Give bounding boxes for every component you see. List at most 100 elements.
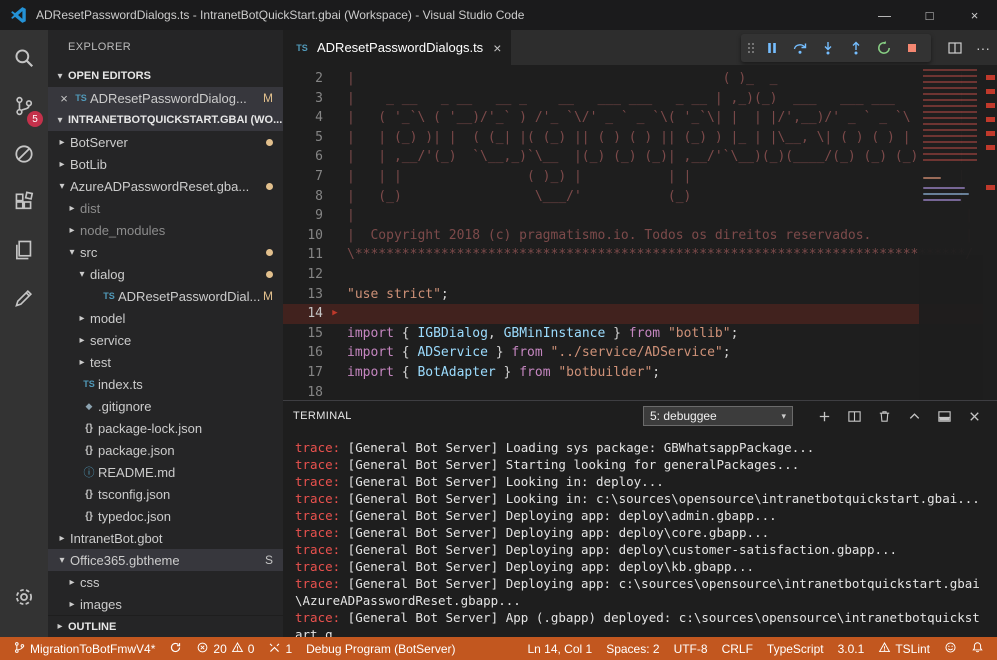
activity-search[interactable] [0, 36, 48, 84]
language-indicator[interactable]: TypeScript [760, 637, 831, 660]
code-line-9[interactable]: 9| | [283, 206, 997, 226]
tslint-status[interactable]: TSLint [871, 637, 937, 660]
debug-stop-button[interactable] [899, 36, 925, 60]
debug-pause-button[interactable] [759, 36, 785, 60]
manage-button[interactable] [0, 575, 48, 623]
new-terminal-button[interactable] [811, 403, 837, 429]
code-line-2[interactable]: 2| ( )_ _ | [283, 69, 997, 89]
debug-restart-button[interactable] [871, 36, 897, 60]
eol-indicator[interactable]: CRLF [715, 637, 760, 660]
chevron-down-icon[interactable]: ▾ [54, 181, 70, 192]
indentation-indicator[interactable]: Spaces: 2 [599, 637, 666, 660]
tree-item[interactable]: TSADResetPasswordDial...M [48, 285, 283, 307]
code-line-8[interactable]: 8| (_) \___/' (_) | [283, 187, 997, 207]
git-branch-indicator[interactable]: MigrationToBotFmwV4* [6, 637, 162, 660]
tree-item[interactable]: ▸dist [48, 197, 283, 219]
tree-item[interactable]: TSindex.ts [48, 373, 283, 395]
chevron-right-icon[interactable]: ▸ [64, 577, 80, 588]
code-line-7[interactable]: 7| | | ( )_) | | | | [283, 167, 997, 187]
chevron-down-icon[interactable]: ▾ [64, 247, 80, 258]
tree-item[interactable]: ▾dialog [48, 263, 283, 285]
terminal-selector[interactable]: 5: debuggee ▾ [643, 406, 793, 426]
split-editor-button[interactable] [941, 30, 969, 65]
chevron-right-icon[interactable]: ▸ [74, 335, 90, 346]
tree-item[interactable]: ▸BotLib [48, 153, 283, 175]
tree-item[interactable]: ▸test [48, 351, 283, 373]
workspace-header[interactable]: ▾ INTRANETBOTQUICKSTART.GBAI (WO... [48, 109, 283, 131]
chevron-right-icon[interactable]: ▸ [64, 599, 80, 610]
debug-step-into-button[interactable] [815, 36, 841, 60]
tree-item[interactable]: ▸model [48, 307, 283, 329]
code-line-17[interactable]: 17import { BotAdapter } from "botbuilder… [283, 363, 997, 383]
code-line-10[interactable]: 10| Copyright 2018 (c) pragmatismo.io. T… [283, 226, 997, 246]
maximize-button[interactable]: □ [907, 0, 952, 30]
terminal-output[interactable]: trace: [General Bot Server] Loading sys … [283, 431, 997, 637]
kill-terminal-button[interactable] [871, 403, 897, 429]
close-icon[interactable]: × [56, 91, 72, 106]
code-line-13[interactable]: 13"use strict"; [283, 285, 997, 305]
tasks-indicator[interactable]: 1 [261, 637, 299, 660]
close-icon[interactable]: × [493, 40, 501, 56]
tree-item[interactable]: {}package.json [48, 439, 283, 461]
code-line-3[interactable]: 3| _ __ _ __ __ _ __ ___ ___ _ __ | ,_)(… [283, 89, 997, 109]
tree-item[interactable]: {}package-lock.json [48, 417, 283, 439]
debug-status[interactable]: Debug Program (BotServer) [299, 637, 462, 660]
tree-item[interactable]: {}typedoc.json [48, 505, 283, 527]
open-editor-item[interactable]: × TS ADResetPasswordDialog... M [48, 87, 283, 109]
tree-item[interactable]: {}tsconfig.json [48, 483, 283, 505]
code-line-5[interactable]: 5| | (_) )| | ( (_| |( (_) || ( ) ( ) ||… [283, 128, 997, 148]
code-editor[interactable]: 2| ( )_ _ |3| _ __ _ __ __ _ __ ___ ___ … [283, 65, 997, 400]
tree-item[interactable]: ▸BotServer [48, 131, 283, 153]
chevron-down-icon[interactable]: ▾ [74, 269, 90, 280]
minimap[interactable] [919, 65, 983, 400]
maximize-panel-button[interactable] [901, 403, 927, 429]
encoding-indicator[interactable]: UTF-8 [667, 637, 715, 660]
cursor-position[interactable]: Ln 14, Col 1 [520, 637, 599, 660]
tree-item[interactable]: ▾Office365.gbthemeS [48, 549, 283, 571]
tree-item[interactable]: ▸node_modules [48, 219, 283, 241]
tab-adresetpassworddialogs[interactable]: TS ADResetPasswordDialogs.ts × [283, 30, 511, 65]
split-terminal-button[interactable] [841, 403, 867, 429]
toggle-panel-position-button[interactable] [931, 403, 957, 429]
code-line-6[interactable]: 6| | ,__/'(_) `\__,_)`\__ |(_) (_) (_)| … [283, 147, 997, 167]
typescript-version[interactable]: 3.0.1 [831, 637, 872, 660]
activity-source-control[interactable]: 5 [0, 84, 48, 132]
activity-files[interactable] [0, 228, 48, 276]
chevron-down-icon[interactable]: ▾ [54, 555, 70, 566]
chevron-right-icon[interactable]: ▸ [54, 533, 70, 544]
code-line-15[interactable]: 15import { IGBDialog, GBMinInstance } fr… [283, 324, 997, 344]
feedback-button[interactable] [937, 637, 964, 660]
outline-header[interactable]: ▸ OUTLINE [48, 615, 283, 637]
more-actions-button[interactable]: ··· [969, 30, 997, 65]
chevron-right-icon[interactable]: ▸ [64, 225, 80, 236]
problems-indicator[interactable]: 20 0 [189, 637, 261, 660]
tree-item[interactable]: ◆.gitignore [48, 395, 283, 417]
tree-item[interactable]: ▾src [48, 241, 283, 263]
close-panel-button[interactable] [961, 403, 987, 429]
tree-item[interactable]: ▸service [48, 329, 283, 351]
close-button[interactable]: × [952, 0, 997, 30]
sync-button[interactable] [162, 637, 189, 660]
open-editors-header[interactable]: ▾ OPEN EDITORS [48, 65, 283, 87]
debug-step-out-button[interactable] [843, 36, 869, 60]
code-line-4[interactable]: 4| ( '_`\ ( '__)/'_` ) /'_ `\/' _ ` _ `\… [283, 108, 997, 128]
code-line-12[interactable]: 12 [283, 265, 997, 285]
chevron-right-icon[interactable]: ▸ [54, 137, 70, 148]
activity-debug[interactable] [0, 132, 48, 180]
tree-item[interactable]: ▸css [48, 571, 283, 593]
chevron-right-icon[interactable]: ▸ [74, 313, 90, 324]
activity-extensions[interactable] [0, 180, 48, 228]
notifications-button[interactable] [964, 637, 991, 660]
chevron-right-icon[interactable]: ▸ [74, 357, 90, 368]
tab-terminal[interactable]: TERMINAL [293, 410, 352, 422]
minimize-button[interactable]: — [862, 0, 907, 30]
code-line-18[interactable]: 18 [283, 383, 997, 401]
drag-grip-icon[interactable] [747, 40, 755, 56]
chevron-right-icon[interactable]: ▸ [54, 159, 70, 170]
chevron-right-icon[interactable]: ▸ [64, 203, 80, 214]
debug-step-over-button[interactable] [787, 36, 813, 60]
code-line-16[interactable]: 16import { ADService } from "../service/… [283, 343, 997, 363]
code-line-14[interactable]: 14▶ [283, 304, 997, 324]
tree-item[interactable]: ▸images [48, 593, 283, 615]
code-line-11[interactable]: 11\*************************************… [283, 245, 997, 265]
